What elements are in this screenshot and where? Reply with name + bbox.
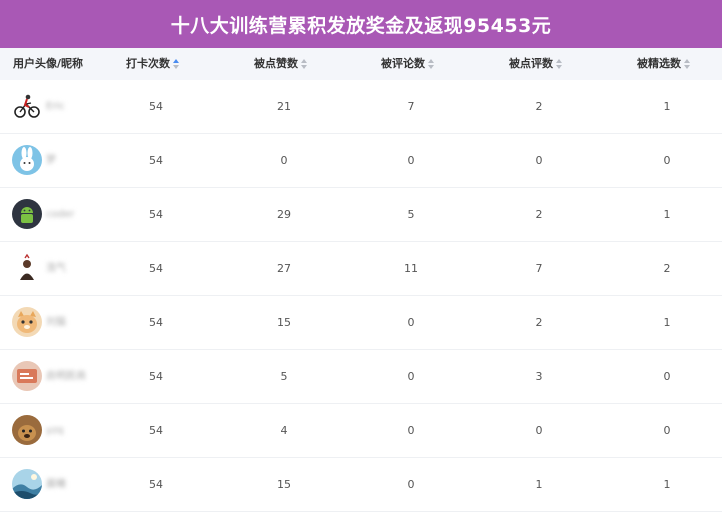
featured-count: 1 — [663, 316, 671, 329]
page-title: 十八大训练营累积发放奖金及返现95453元 — [170, 14, 552, 37]
reviews-count: 7 — [535, 262, 543, 275]
table-row[interactable]: 浩气 54 27 11 7 2 — [0, 242, 722, 296]
animal-avatar-icon[interactable] — [12, 415, 42, 445]
checkins-count: 54 — [149, 478, 163, 491]
reviews-count: 3 — [535, 370, 543, 383]
column-header-featured[interactable]: 被精选数 — [637, 48, 690, 80]
column-header-user: 用户头像/昵称 — [13, 57, 84, 70]
sort-icon[interactable] — [428, 59, 434, 69]
likes-count: 15 — [277, 478, 291, 491]
comments-count: 11 — [404, 262, 418, 275]
comments-count: 0 — [407, 478, 415, 491]
cat-avatar-icon[interactable] — [12, 307, 42, 337]
likes-count: 5 — [280, 370, 288, 383]
checkins-count: 54 — [149, 424, 163, 437]
featured-count: 1 — [663, 100, 671, 113]
featured-count: 0 — [663, 424, 671, 437]
reviews-count: 2 — [535, 208, 543, 221]
user-nickname: Eric — [46, 101, 65, 112]
comments-count: 0 — [407, 424, 415, 437]
likes-count: 15 — [277, 316, 291, 329]
user-nickname: coder — [46, 209, 75, 220]
table-row[interactable]: 启明民商 54 5 0 3 0 — [0, 350, 722, 404]
cyclist-avatar-icon[interactable] — [12, 91, 42, 121]
reviews-count: 0 — [535, 154, 543, 167]
sort-icon[interactable] — [173, 59, 179, 69]
featured-count: 0 — [663, 370, 671, 383]
featured-count: 2 — [663, 262, 671, 275]
checkins-count: 54 — [149, 262, 163, 275]
table-row[interactable]: 晨曦 54 15 0 1 1 — [0, 458, 722, 512]
rabbit-avatar-icon[interactable] — [12, 145, 42, 175]
likes-count: 29 — [277, 208, 291, 221]
comments-count: 0 — [407, 370, 415, 383]
user-nickname: yzq — [46, 425, 64, 436]
column-header-checkins[interactable]: 打卡次数 — [126, 48, 179, 80]
android-avatar-icon[interactable] — [12, 199, 42, 229]
table-row[interactable]: yzq 54 4 0 0 0 — [0, 404, 722, 458]
column-header-reviews[interactable]: 被点评数 — [509, 48, 562, 80]
likes-count: 4 — [280, 424, 288, 437]
likes-count: 21 — [277, 100, 291, 113]
table-row[interactable]: 刘猫 54 15 0 2 1 — [0, 296, 722, 350]
featured-count: 1 — [663, 478, 671, 491]
likes-count: 0 — [280, 154, 288, 167]
card-avatar-icon[interactable] — [12, 361, 42, 391]
user-nickname: 浩气 — [46, 263, 66, 274]
landscape-avatar-icon[interactable] — [12, 469, 42, 499]
checkins-count: 54 — [149, 208, 163, 221]
table-row[interactable]: coder 54 29 5 2 1 — [0, 188, 722, 242]
comments-count: 0 — [407, 154, 415, 167]
column-header-comments[interactable]: 被评论数 — [381, 48, 434, 80]
column-header-likes[interactable]: 被点赞数 — [254, 48, 307, 80]
reviews-count: 2 — [535, 100, 543, 113]
leaderboard-table: 用户头像/昵称 打卡次数 被点赞数 被评论数 被点评数 被精选数 Eric 54… — [0, 48, 722, 512]
checkins-count: 54 — [149, 154, 163, 167]
checkins-count: 54 — [149, 370, 163, 383]
comments-count: 0 — [407, 316, 415, 329]
featured-count: 0 — [663, 154, 671, 167]
comments-count: 7 — [407, 100, 415, 113]
reviews-count: 1 — [535, 478, 543, 491]
user-nickname: 刘猫 — [46, 317, 66, 328]
user-nickname: 梦 — [46, 155, 56, 166]
table-row[interactable]: Eric 54 21 7 2 1 — [0, 80, 722, 134]
sort-icon[interactable] — [301, 59, 307, 69]
comments-count: 5 — [407, 208, 415, 221]
likes-count: 27 — [277, 262, 291, 275]
table-row[interactable]: 梦 54 0 0 0 0 — [0, 134, 722, 188]
reviews-count: 2 — [535, 316, 543, 329]
table-header: 用户头像/昵称 打卡次数 被点赞数 被评论数 被点评数 被精选数 — [0, 48, 722, 81]
title-banner: 十八大训练营累积发放奖金及返现95453元 — [0, 0, 722, 48]
reviews-count: 0 — [535, 424, 543, 437]
user-nickname: 启明民商 — [46, 371, 86, 382]
checkins-count: 54 — [149, 100, 163, 113]
featured-count: 1 — [663, 208, 671, 221]
sort-icon[interactable] — [684, 59, 690, 69]
checkins-count: 54 — [149, 316, 163, 329]
figure-avatar-icon[interactable] — [12, 253, 42, 283]
sort-icon[interactable] — [556, 59, 562, 69]
user-nickname: 晨曦 — [46, 479, 66, 490]
